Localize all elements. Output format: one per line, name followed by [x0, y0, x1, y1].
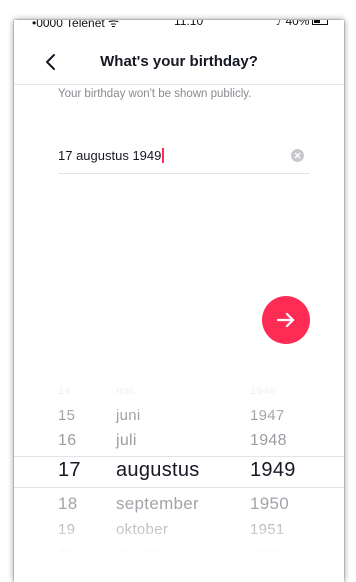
- header-divider: [14, 84, 344, 85]
- next-button[interactable]: [262, 296, 310, 344]
- carrier-label: •0000 Telenet ᯤ: [32, 20, 119, 30]
- picker-year: 1949: [250, 459, 296, 481]
- picker-month: mei: [116, 384, 135, 397]
- battery-percent: ⭜ 40%: [276, 20, 310, 28]
- picker-year: 1946: [250, 384, 276, 397]
- clock: 11:10: [174, 20, 204, 28]
- text-cursor: [162, 148, 164, 163]
- arrow-right-icon: [276, 312, 295, 328]
- birthday-value: 17 augustus 1949: [58, 148, 162, 163]
- picker-month: juli: [116, 432, 137, 450]
- picker-month: oktober: [116, 521, 169, 539]
- picker-year: 1951: [250, 521, 285, 539]
- picker-day: 17: [58, 459, 81, 481]
- battery-icon: [312, 20, 329, 25]
- picker-day: 18: [58, 493, 78, 513]
- picker-year: 1948: [250, 432, 287, 450]
- back-button[interactable]: [38, 50, 62, 74]
- picker-row[interactable]: 16 juli 1948: [14, 432, 344, 452]
- status-bar: •0000 Telenet ᯤ 11:10 ⭜ 40%: [14, 20, 344, 36]
- clear-button[interactable]: [291, 149, 304, 162]
- bottom-bar: [14, 552, 344, 582]
- picker-row[interactable]: 17 augustus 1949: [14, 459, 344, 483]
- picker-day: 14: [58, 384, 71, 397]
- privacy-note: Your birthday won't be shown publicly.: [58, 88, 252, 100]
- selection-line-top: [14, 456, 344, 457]
- picker-row[interactable]: 19 oktober 1951: [14, 521, 344, 540]
- picker-day: 15: [58, 407, 76, 425]
- screen: •0000 Telenet ᯤ 11:10 ⭜ 40% What's your …: [14, 20, 344, 582]
- picker-month: augustus: [116, 459, 200, 481]
- selection-line-bottom: [14, 487, 344, 488]
- picker-row[interactable]: 18 september 1950: [14, 494, 344, 515]
- birthday-field[interactable]: 17 augustus 1949: [58, 138, 310, 174]
- clear-icon: [294, 152, 301, 159]
- chevron-left-icon: [46, 54, 55, 70]
- picker-day: 19: [58, 521, 76, 539]
- battery-status: ⭜ 40%: [276, 20, 329, 28]
- picker-row[interactable]: 15 juni 1947: [14, 407, 344, 426]
- picker-year: 1947: [250, 407, 285, 425]
- picker-month: juni: [116, 407, 141, 425]
- date-picker-wheel[interactable]: 14 mei 1946 15 juni 1947 16 juli 1948 17 augustus 1…: [14, 382, 344, 560]
- picker-row[interactable]: 14 mei 1946: [14, 385, 344, 400]
- picker-month: september: [116, 493, 200, 513]
- picker-day: 16: [58, 432, 77, 450]
- page-title: What's your birthday?: [100, 53, 258, 70]
- picker-year: 1950: [250, 493, 290, 513]
